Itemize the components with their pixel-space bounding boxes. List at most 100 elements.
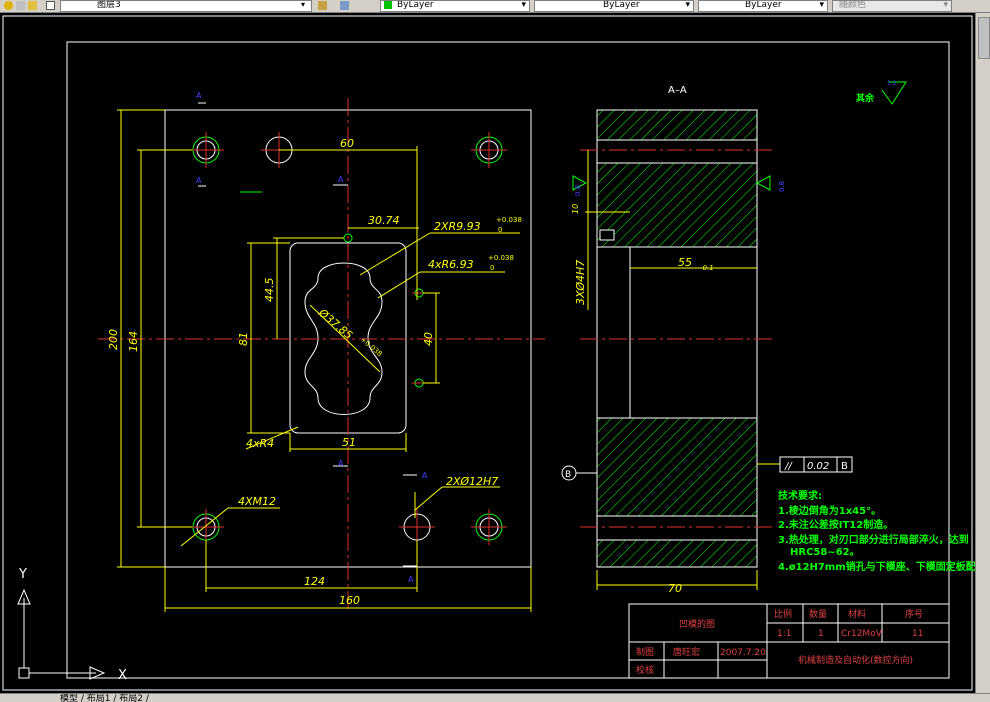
dim-200: 200 bbox=[107, 329, 120, 350]
header-qty: 数量 bbox=[809, 608, 827, 620]
svg-text:0.8: 0.8 bbox=[778, 181, 786, 192]
section-marker-4: A bbox=[338, 459, 344, 468]
header-material: 材料 bbox=[848, 608, 866, 620]
svg-text:B: B bbox=[565, 470, 571, 480]
datum-b: B bbox=[561, 465, 598, 481]
tol-datum: B bbox=[841, 461, 848, 472]
geometric-tolerance-frame: // 0.02 B bbox=[779, 456, 853, 473]
tol-value: 0.02 bbox=[807, 461, 829, 472]
pilot-holes bbox=[343, 233, 426, 388]
svg-text:3.2: 3.2 bbox=[887, 80, 897, 87]
color-value: ByLayer bbox=[397, 0, 434, 10]
drawing-frame bbox=[66, 41, 950, 679]
lineweight-chevron-icon: ▾ bbox=[819, 0, 824, 10]
layer-dropdown[interactable]: 图层3 bbox=[60, 0, 312, 12]
hole-bottom-right bbox=[471, 509, 507, 545]
color-swatch-icon bbox=[384, 1, 392, 9]
layer-name: 图层3 bbox=[97, 0, 121, 10]
linetype-chevron-icon: ▾ bbox=[685, 0, 690, 10]
lineweight-dropdown[interactable]: ByLayer ▾ bbox=[698, 0, 828, 12]
vertical-scrollbar[interactable] bbox=[975, 13, 990, 693]
scrollbar-thumb[interactable] bbox=[978, 17, 990, 59]
dim-51: 51 bbox=[342, 436, 356, 449]
section-marker-1: A bbox=[196, 91, 202, 100]
layer-lock-icon[interactable] bbox=[28, 1, 37, 10]
layer-state-icon[interactable] bbox=[4, 1, 13, 10]
notes-title: 技术要求: bbox=[778, 489, 822, 502]
note-line-3: 3.热处理，对刃口部分进行局部淬火，达到 bbox=[778, 533, 969, 546]
dimension-texts: 160 124 60 30.74 51 200 164 81 44.5 40 2… bbox=[107, 137, 498, 607]
dim-30-74: 30.74 bbox=[368, 214, 400, 227]
qty-value: 1 bbox=[818, 629, 824, 639]
tol-r6-93-lower: 0 bbox=[490, 264, 494, 272]
lineweight-value: ByLayer bbox=[745, 0, 782, 10]
drawn-label: 制图 bbox=[636, 646, 654, 658]
dim-4xr6-93: 4xR6.93 bbox=[428, 258, 474, 271]
dimension-lines bbox=[117, 109, 532, 612]
hole-top-right bbox=[471, 132, 507, 168]
tolerance-texts: +0.038 0 +0.038 0 +0.038 bbox=[359, 216, 522, 358]
drawn-date: 2007.7.20 bbox=[720, 648, 766, 658]
header-no: 序号 bbox=[905, 608, 923, 620]
dim-d37-85: Ø37.85 bbox=[315, 306, 355, 342]
dim-81: 81 bbox=[237, 332, 250, 346]
drawn-by: 唐旺宏 bbox=[673, 646, 700, 658]
roughness-right: 0.8 bbox=[755, 175, 786, 192]
section-marker-5: A bbox=[422, 471, 428, 480]
drawing-canvas[interactable]: A A A A A A 160 124 60 30.74 51 200 164 … bbox=[0, 13, 990, 693]
ucs-y-label: Y bbox=[18, 567, 27, 582]
dim-2xr9-93: 2XR9.93 bbox=[434, 220, 481, 233]
dim-60: 60 bbox=[340, 137, 354, 150]
note-line-5: 4.ø12H7mm销孔与下模座、下模固定板配钻。 bbox=[778, 560, 975, 573]
properties-toolbar: 图层3 ▾ ByLayer ▾ ByLayer ▾ ByLayer ▾ 随颜色 … bbox=[0, 0, 990, 13]
dim-164: 164 bbox=[127, 331, 140, 352]
material-value: Cr12MoV bbox=[841, 629, 883, 639]
rest-label: 其余 bbox=[856, 92, 875, 104]
color-dropdown[interactable]: ByLayer ▾ bbox=[380, 0, 530, 12]
dim-2xd12h7: 2XØ12H7 bbox=[446, 475, 498, 488]
tol-r9-93-upper: +0.038 bbox=[496, 216, 522, 224]
tol-r6-93-upper: +0.038 bbox=[488, 254, 514, 262]
ucs-icon bbox=[17, 588, 106, 680]
plotstyle-value: 随颜色 bbox=[839, 0, 867, 10]
note-line-1: 1.棱边倒角为1x45°。 bbox=[778, 504, 881, 517]
section-cut-marks bbox=[198, 102, 417, 567]
color-chevron-icon: ▾ bbox=[521, 0, 526, 10]
section-dimension-texts: 55 -0.1 70 3XØ4H7 10 bbox=[571, 204, 714, 595]
no-value: 11 bbox=[912, 629, 923, 639]
header-scale: 比例 bbox=[774, 608, 792, 620]
dim-4xm12: 4XM12 bbox=[238, 495, 276, 508]
plotstyle-dropdown[interactable]: 随颜色 ▾ bbox=[832, 0, 952, 12]
hole-bottom-middle bbox=[399, 509, 435, 545]
viewport-border bbox=[2, 15, 973, 691]
hole-bottom-left bbox=[188, 509, 224, 545]
svg-text:0.8: 0.8 bbox=[574, 185, 582, 196]
check-label: 校核 bbox=[636, 664, 654, 676]
cad-drawing[interactable]: A A A A A A 160 124 60 30.74 51 200 164 … bbox=[0, 13, 990, 693]
school-name: 机械制造及自动化(数控方向) bbox=[798, 654, 913, 666]
dim-160: 160 bbox=[339, 594, 360, 607]
layer-previous-icon[interactable] bbox=[340, 1, 349, 10]
note-line-2: 2.未注公差按IT12制造。 bbox=[778, 518, 893, 531]
layer-dropdown-chevron-icon[interactable]: ▾ bbox=[301, 0, 305, 10]
tol-r9-93-lower: 0 bbox=[498, 226, 502, 234]
section-view-title: A–A bbox=[668, 85, 687, 96]
tol-55: -0.1 bbox=[700, 264, 714, 272]
layer-color-swatch-icon[interactable] bbox=[46, 1, 55, 10]
dim-70: 70 bbox=[668, 582, 682, 595]
section-marker-2: A bbox=[196, 176, 202, 185]
dim-3xd4h7: 3XØ4H7 bbox=[574, 260, 587, 305]
layer-freeze-icon[interactable] bbox=[16, 1, 25, 10]
section-marker-6: A bbox=[408, 575, 414, 584]
dim-55: 55 bbox=[678, 256, 692, 269]
linetype-dropdown[interactable]: ByLayer ▾ bbox=[534, 0, 694, 12]
tol-symbol: // bbox=[784, 461, 793, 472]
note-line-4: HRC58~62。 bbox=[790, 547, 860, 558]
dim-10: 10 bbox=[571, 204, 580, 214]
technical-notes: 技术要求: 1.棱边倒角为1x45°。 2.未注公差按IT12制造。 3.热处理… bbox=[778, 489, 990, 573]
ucs-x-label: X bbox=[118, 668, 127, 683]
dim-40: 40 bbox=[422, 332, 435, 346]
dim-124: 124 bbox=[304, 575, 325, 588]
roughness-rest: 其余 3.2 bbox=[856, 80, 907, 105]
make-current-layer-icon[interactable] bbox=[318, 1, 327, 10]
